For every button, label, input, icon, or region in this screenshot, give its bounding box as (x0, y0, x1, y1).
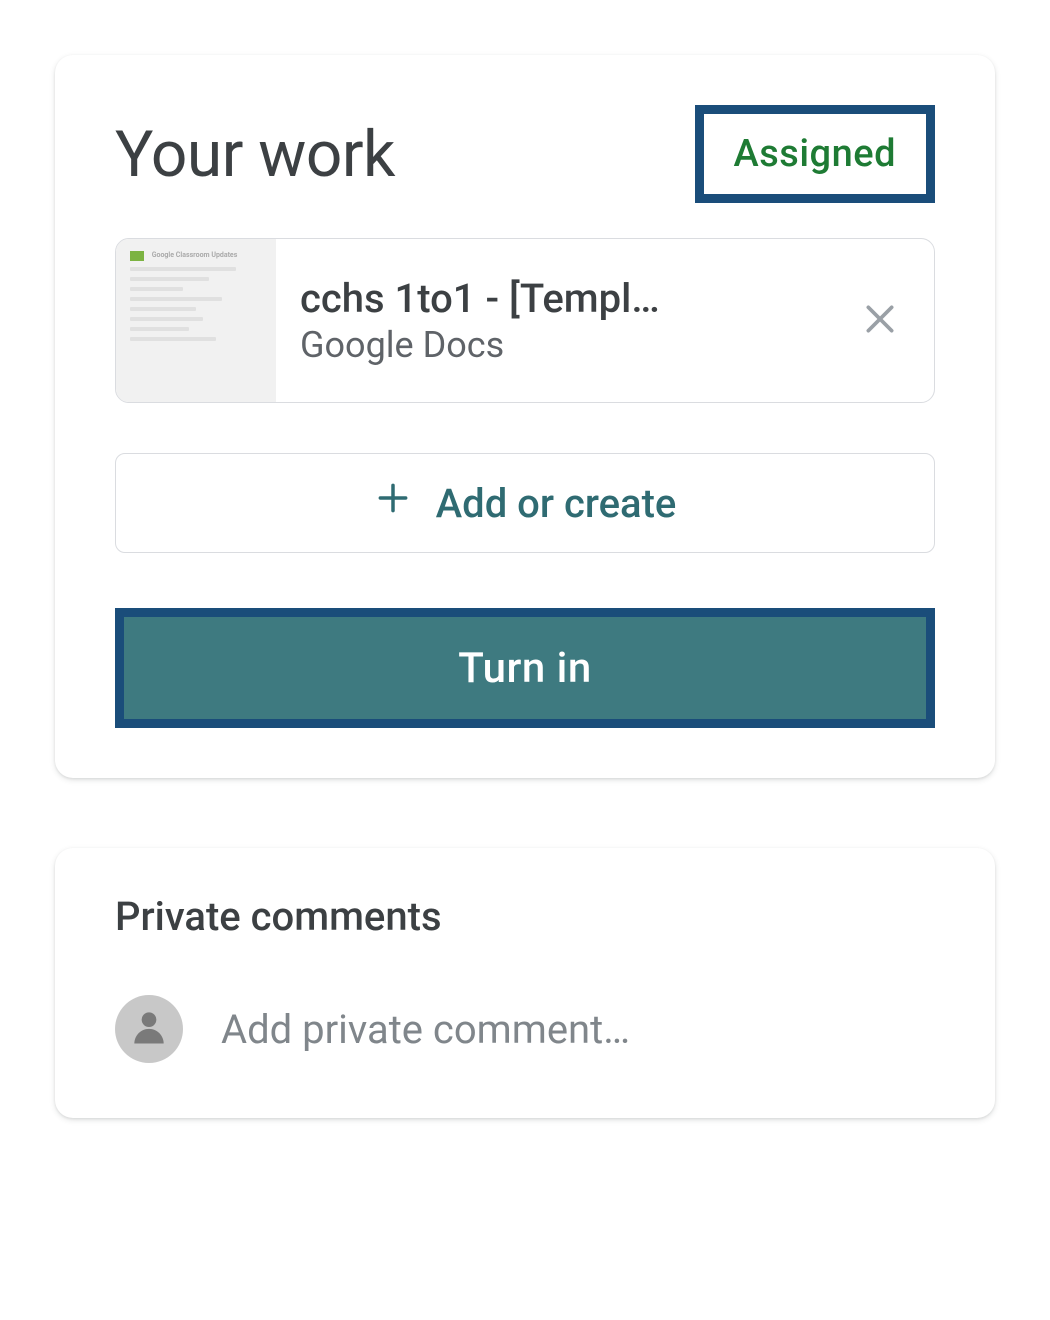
attachment-item[interactable]: Google Classroom Updates cchs 1to1 - [Te… (115, 238, 935, 403)
your-work-card: Your work Assigned Google Classroom Upda… (55, 55, 995, 778)
attachment-subtitle: Google Docs (300, 324, 802, 366)
attachment-body: cchs 1to1 - [Templ… Google Docs (276, 275, 826, 366)
your-work-title: Your work (115, 117, 395, 192)
remove-attachment-button[interactable] (826, 299, 934, 343)
close-icon (860, 299, 900, 343)
turn-in-label: Turn in (458, 644, 591, 693)
doc-thumbnail-icon (130, 251, 144, 261)
your-work-header: Your work Assigned (115, 105, 935, 203)
avatar (115, 995, 183, 1063)
person-icon (127, 1005, 171, 1053)
turn-in-button[interactable]: Turn in (115, 608, 935, 728)
doc-thumbnail-title: Google Classroom Updates (152, 251, 238, 260)
private-comment-input[interactable] (219, 1005, 935, 1054)
add-or-create-label: Add or create (436, 480, 677, 527)
add-or-create-button[interactable]: Add or create (115, 453, 935, 553)
attachment-title: cchs 1to1 - [Templ… (300, 275, 802, 322)
attachment-thumbnail: Google Classroom Updates (116, 239, 276, 402)
private-comments-title: Private comments (115, 893, 935, 940)
plus-icon (374, 479, 412, 527)
private-comments-card: Private comments (55, 848, 995, 1118)
comment-input-row (115, 995, 935, 1063)
status-badge: Assigned (695, 105, 935, 203)
